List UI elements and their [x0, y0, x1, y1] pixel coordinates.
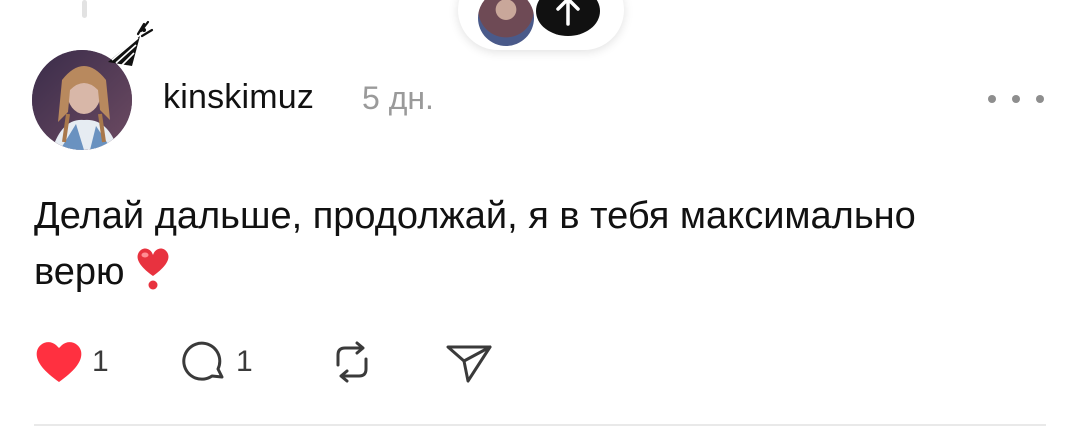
new-posts-pill[interactable]	[458, 0, 624, 50]
post-text-line: Делай дальше, продолжай, я в тебя максим…	[34, 195, 916, 237]
comment-button[interactable]: 1	[182, 332, 253, 392]
share-button[interactable]	[444, 332, 494, 392]
repost-icon	[336, 341, 368, 383]
post-text-word: верю	[34, 251, 125, 293]
more-options-button[interactable]	[988, 84, 1044, 114]
arrow-up-icon	[556, 0, 580, 26]
like-count: 1	[92, 345, 109, 378]
post-text-line-2: верю	[34, 244, 1034, 308]
red-heart-exclamation-emoji	[133, 246, 173, 308]
more-dots-icon	[1012, 95, 1020, 103]
post-divider	[34, 424, 1046, 426]
heart-icon	[36, 342, 82, 382]
comment-bubble-icon	[182, 341, 224, 381]
author-username[interactable]: kinskimuz	[163, 78, 314, 117]
more-dots-icon	[1036, 95, 1044, 103]
thread-connector-line	[82, 0, 87, 18]
comment-count: 1	[236, 345, 253, 378]
post-timestamp: 5 дн.	[362, 80, 434, 116]
more-dots-icon	[988, 95, 996, 103]
post-body: Делай дальше, продолжай, я в тебя максим…	[34, 188, 1034, 308]
scroll-up-button[interactable]	[536, 0, 600, 36]
send-icon	[446, 345, 492, 383]
party-hat-icon	[108, 20, 154, 66]
repost-button[interactable]	[328, 332, 376, 392]
pill-avatar	[478, 0, 534, 46]
author-avatar-wrap[interactable]	[32, 20, 154, 150]
like-button[interactable]: 1	[34, 332, 109, 392]
